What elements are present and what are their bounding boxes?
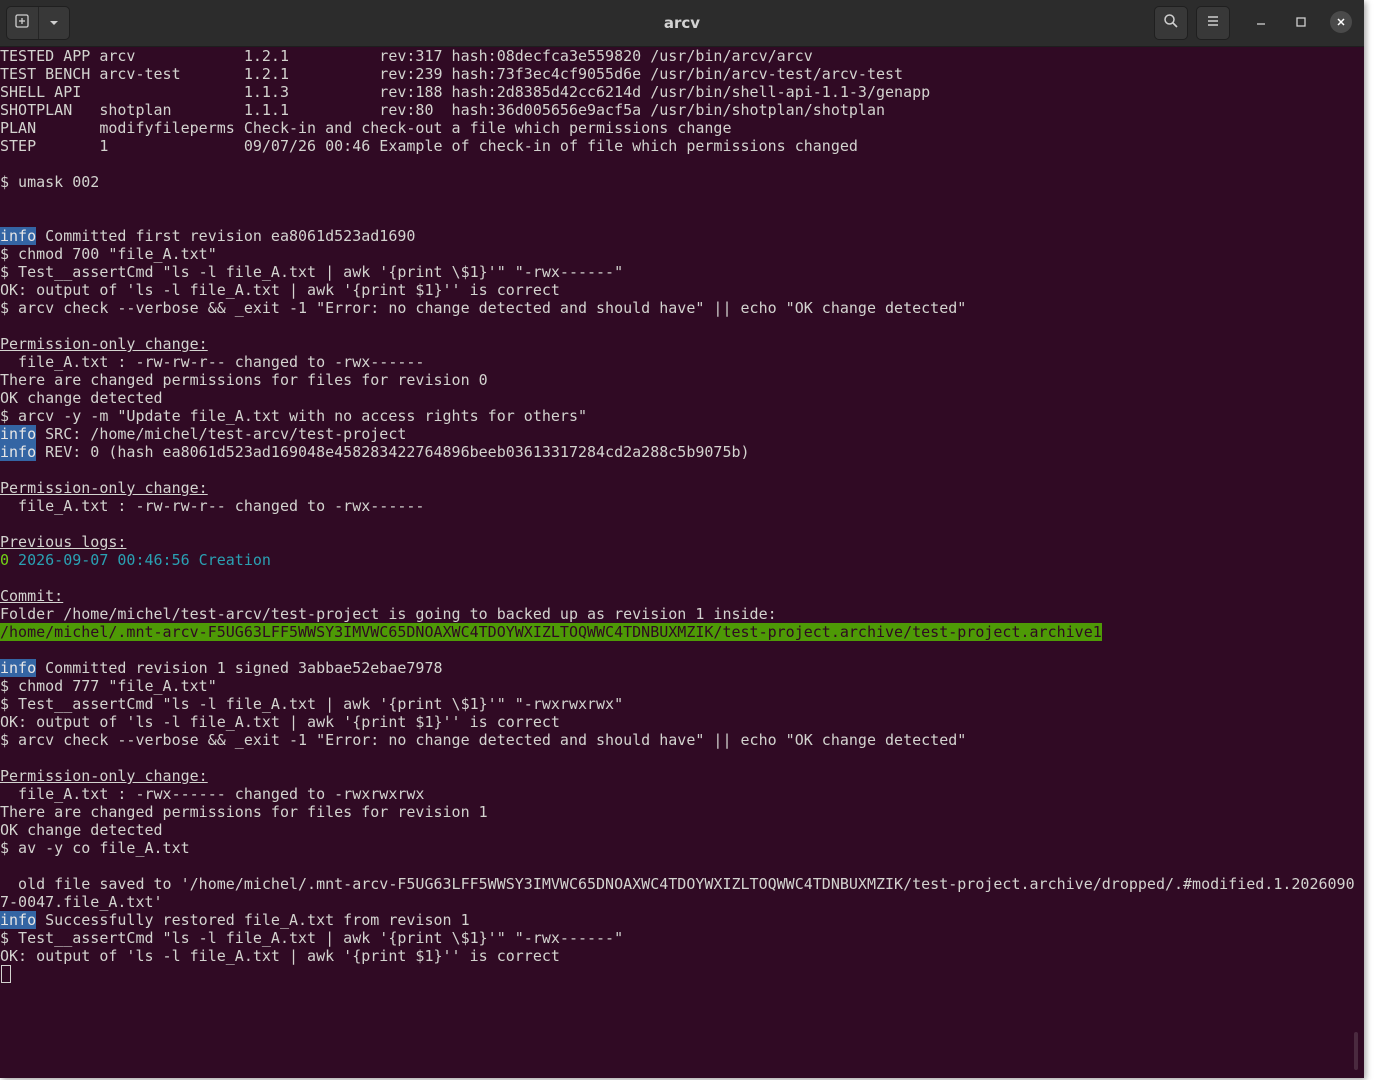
terminal-line: OK change detected [0, 821, 163, 839]
terminal-line: SHOTPLAN shotplan 1.1.1 rev:80 hash:36d0… [0, 101, 886, 119]
terminal-line: Permission-only change: [0, 335, 1364, 353]
terminal-line: TESTED APP arcv 1.2.1 rev:317 hash:08dec… [0, 47, 813, 65]
log-message: SRC: /home/michel/test-arcv/test-project [36, 425, 407, 443]
terminal-line: info REV: 0 (hash ea8061d523ad169048e458… [0, 443, 1364, 461]
section-heading: Previous logs: [0, 533, 127, 551]
terminal-line: old file saved to '/home/michel/.mnt-arc… [0, 875, 1355, 893]
terminal-line: $ arcv check --verbose && _exit -1 "Erro… [0, 299, 967, 317]
info-badge: info [0, 659, 37, 677]
minimize-icon [1255, 13, 1267, 32]
terminal-line: info SRC: /home/michel/test-arcv/test-pr… [0, 425, 1364, 443]
terminal-line: Permission-only change: [0, 767, 1364, 785]
revision-number: 0 [0, 551, 10, 569]
terminal-line: SHELL API 1.1.3 rev:188 hash:2d8385d42cc… [0, 83, 931, 101]
terminal-line: Commit: [0, 587, 1364, 605]
log-message: Successfully restored file_A.txt from re… [36, 911, 470, 929]
hamburger-menu-button[interactable] [1196, 6, 1230, 40]
title-bar: arcv [0, 0, 1364, 47]
terminal-line: OK: output of 'ls -l file_A.txt | awk '{… [0, 947, 560, 965]
terminal-line: $ chmod 777 "file_A.txt" [0, 677, 217, 695]
terminal-line: OK: output of 'ls -l file_A.txt | awk '{… [0, 281, 560, 299]
terminal-line: info Committed first revision ea8061d523… [0, 227, 1364, 245]
terminal-line: $ Test__assertCmd "ls -l file_A.txt | aw… [0, 929, 624, 947]
terminal-output[interactable]: TESTED APP arcv 1.2.1 rev:317 hash:08dec… [0, 47, 1364, 1078]
terminal-line: /home/michel/.mnt-arcv-F5UG63LFF5WWSY3IM… [0, 623, 1364, 641]
terminal-line: info Successfully restored file_A.txt fr… [0, 911, 1364, 929]
terminal-line: There are changed permissions for files … [0, 371, 488, 389]
terminal-line: $ arcv check --verbose && _exit -1 "Erro… [0, 731, 967, 749]
terminal-line: There are changed permissions for files … [0, 803, 488, 821]
revision-log-entry: 2026-09-07 00:46:56 Creation [9, 551, 271, 569]
log-message: Committed first revision ea8061d523ad169… [36, 227, 416, 245]
search-button[interactable] [1154, 6, 1188, 40]
text-cursor [1, 965, 11, 983]
terminal-line: OK: output of 'ls -l file_A.txt | awk '{… [0, 713, 560, 731]
close-button[interactable] [1330, 11, 1352, 33]
terminal-line: 0 2026-09-07 00:46:56 Creation [0, 551, 1364, 569]
section-heading: Commit: [0, 587, 64, 605]
terminal-line: $ chmod 700 "file_A.txt" [0, 245, 217, 263]
terminal-line: PLAN modifyfileperms Check-in and check-… [0, 119, 732, 137]
info-badge: info [0, 911, 37, 929]
log-message: REV: 0 (hash ea8061d523ad169048e45828342… [36, 443, 750, 461]
maximize-button[interactable] [1290, 11, 1312, 33]
terminal-line: info Committed revision 1 signed 3abbae5… [0, 659, 1364, 677]
archive-path: /home/michel/.mnt-arcv-F5UG63LFF5WWSY3IM… [0, 623, 1102, 641]
terminal-line: $ umask 002 [0, 173, 100, 191]
section-heading: Permission-only change: [0, 479, 208, 497]
terminal-window: arcv TESTED APP arcv 1.2.1 rev:317 hash:… [0, 0, 1364, 1078]
search-icon [1163, 13, 1179, 33]
section-heading: Permission-only change: [0, 767, 208, 785]
terminal-line: file_A.txt : -rw-rw-r-- changed to -rwx-… [0, 497, 425, 515]
info-badge: info [0, 425, 37, 443]
terminal-line: OK change detected [0, 389, 163, 407]
info-badge: info [0, 443, 37, 461]
terminal-line: Previous logs: [0, 533, 1364, 551]
terminal-line: file_A.txt : -rw-rw-r-- changed to -rwx-… [0, 353, 425, 371]
terminal-line: 7-0047.file_A.txt' [0, 893, 163, 911]
terminal-line: Permission-only change: [0, 479, 1364, 497]
terminal-line: Folder /home/michel/test-arcv/test-proje… [0, 605, 777, 623]
hamburger-menu-icon [1205, 13, 1221, 33]
terminal-line: $ Test__assertCmd "ls -l file_A.txt | aw… [0, 263, 624, 281]
terminal-line: $ av -y co file_A.txt [0, 839, 190, 857]
terminal-line: $ Test__assertCmd "ls -l file_A.txt | aw… [0, 695, 624, 713]
terminal-line: $ arcv -y -m "Update file_A.txt with no … [0, 407, 587, 425]
close-icon [1335, 13, 1347, 32]
info-badge: info [0, 227, 37, 245]
terminal-line: TEST BENCH arcv-test 1.2.1 rev:239 hash:… [0, 65, 904, 83]
minimize-button[interactable] [1250, 11, 1272, 33]
section-heading: Permission-only change: [0, 335, 208, 353]
terminal-scrollbar[interactable] [1354, 1032, 1358, 1070]
prompt-line[interactable] [0, 965, 1364, 983]
log-message: Committed revision 1 signed 3abbae52ebae… [36, 659, 443, 677]
terminal-line: STEP 1 09/07/26 00:46 Example of check-i… [0, 137, 858, 155]
maximize-icon [1295, 13, 1307, 32]
terminal-line: file_A.txt : -rwx------ changed to -rwxr… [0, 785, 425, 803]
